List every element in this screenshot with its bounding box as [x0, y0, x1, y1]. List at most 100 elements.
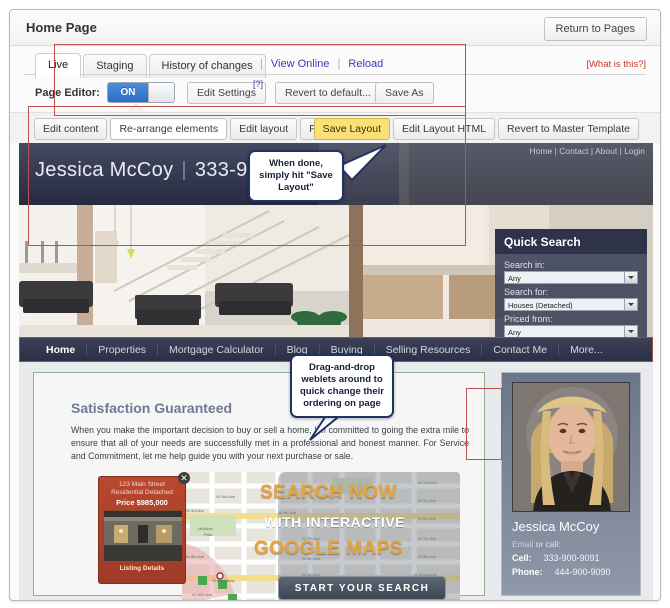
svg-text:W Broadway: W Broadway	[212, 578, 235, 583]
page-editor-row: Page Editor: ON Edit Settings [?] Revert…	[10, 79, 660, 112]
start-your-search-button[interactable]: START YOUR SEARCH	[278, 576, 446, 600]
agent-cell-value: 333-900-9091	[543, 553, 600, 563]
quick-search-select-search-in[interactable]: Any	[504, 271, 638, 284]
layout-toolbar-left-group: Edit content Re-arrange elements Edit la…	[34, 118, 358, 140]
toggle-notch-inner	[129, 105, 143, 112]
edit-layout-button[interactable]: Edit layout	[230, 118, 298, 140]
page-editor-toggle[interactable]: ON	[107, 82, 175, 103]
quick-search-label-search-for: Search for:	[504, 287, 549, 297]
chevron-down-icon[interactable]	[624, 326, 637, 337]
svg-text:W 8th Ave: W 8th Ave	[186, 554, 205, 559]
revert-to-master-template-button[interactable]: Revert to Master Template	[498, 118, 639, 140]
map-headline-1: SEARCH NOW	[260, 482, 397, 503]
chevron-down-icon[interactable]	[624, 299, 637, 310]
quick-search-panel: Quick Search Search in: Any Search for: …	[495, 229, 647, 337]
tab-strip: Live Staging History of changes | View O…	[10, 46, 660, 78]
svg-text:W 10th Ave: W 10th Ave	[192, 592, 213, 597]
agent-name: Jessica McCoy	[512, 519, 600, 534]
tab-underline-divider	[24, 74, 646, 75]
nav-item-contact-me[interactable]: Contact Me	[482, 344, 560, 356]
top-link-sep-1: |	[554, 146, 557, 156]
what-is-this-link[interactable]: [What is this?]	[586, 59, 646, 70]
page-title: Home Page	[26, 20, 97, 35]
agent-card: Jessica McCoy Email or call: Cell: 333-90…	[501, 372, 641, 596]
listing-type: Residential Detached	[111, 489, 173, 496]
quick-search-value-search-in: Any	[508, 274, 521, 283]
help-question-icon[interactable]: [?]	[253, 79, 263, 89]
content-paragraph: When you make the important decision to …	[71, 425, 469, 461]
return-to-pages-button[interactable]: Return to Pages	[543, 17, 647, 41]
callout-drag-drop: Drag-and-drop weblets around to quick ch…	[290, 354, 394, 418]
agent-cell-row: Cell: 333-900-9091	[512, 553, 630, 563]
edit-content-button[interactable]: Edit content	[34, 118, 108, 140]
map-headline-2: WITH INTERACTIVE	[264, 514, 405, 530]
svg-text:W 3rd Ave: W 3rd Ave	[186, 508, 205, 513]
page-editor-toggle-state: ON	[108, 83, 148, 102]
quick-search-label-search-in: Search in:	[504, 260, 545, 270]
edit-layout-html-button[interactable]: Edit Layout HTML	[393, 118, 496, 140]
top-link-sep-2: |	[590, 146, 594, 156]
top-link-sep-3: |	[619, 146, 622, 156]
content-heading: Satisfaction Guaranteed	[71, 400, 233, 416]
quick-search-value-priced-from: Any	[508, 328, 521, 337]
listing-address: 123 Main Street	[119, 481, 165, 488]
agent-email-line: Email or call:	[512, 539, 630, 549]
agent-phone-row: Phone: 444-900-9090	[512, 567, 630, 577]
agent-portrait-photo	[513, 383, 629, 511]
close-icon[interactable]: ✕	[178, 472, 190, 484]
agent-phone-label: Phone:	[512, 567, 543, 577]
screenshot-root: Home Page Return to Pages Live Staging H…	[0, 0, 670, 608]
layout-toolbar-right-group: Save Layout Edit Layout HTML Revert to M…	[313, 118, 642, 140]
svg-text:McBride: McBride	[198, 526, 213, 531]
listing-photo	[103, 510, 182, 562]
svg-text:W 2nd Ave: W 2nd Ave	[216, 494, 236, 499]
site-link-about[interactable]: About	[595, 146, 617, 156]
save-as-button[interactable]: Save As	[375, 82, 434, 104]
view-online-link[interactable]: View Online	[271, 58, 330, 70]
nav-item-more[interactable]: More...	[559, 344, 614, 356]
layout-toolbar: Edit content Re-arrange elements Edit la…	[10, 112, 660, 143]
callout-save-layout: When done, simply hit "Save Layout"	[248, 150, 344, 202]
site-link-contact[interactable]: Contact	[559, 146, 588, 156]
quick-search-value-search-for: Houses (Detached)	[508, 301, 573, 310]
tab-links-separator-right: |	[337, 58, 341, 70]
site-hero: Quick Search Search in: Any Search for: …	[19, 205, 653, 337]
quick-search-select-priced-from[interactable]: Any	[504, 325, 638, 337]
site-brand-name: Jessica McCoy	[35, 159, 174, 181]
re-arrange-elements-button[interactable]: Re-arrange elements	[110, 118, 228, 140]
agent-email-link[interactable]: Email	[512, 539, 533, 549]
admin-titlebar: Home Page Return to Pages	[10, 10, 660, 46]
avatar	[512, 382, 630, 512]
site-link-home[interactable]: Home	[530, 146, 553, 156]
google-maps-weblet[interactable]: W 2nd Ave W 2nd Ave W 2nd Ave W 3rd Ave W 3…	[182, 472, 460, 600]
quick-search-title: Quick Search	[495, 229, 647, 254]
quick-search-select-search-for[interactable]: Houses (Detached)	[504, 298, 638, 311]
listing-card[interactable]: ✕ 123 Main Street Residential Detached P…	[98, 472, 190, 584]
listing-details-link[interactable]: Listing Details	[103, 565, 181, 572]
quick-search-fields: Search in: Any Search for: Houses (Detac…	[495, 254, 647, 337]
revert-to-default-button[interactable]: Revert to default...	[275, 82, 381, 104]
quick-search-label-priced-from: Priced from:	[504, 314, 553, 324]
listing-house-photo	[104, 511, 182, 561]
admin-panel: Home Page Return to Pages Live Staging H…	[9, 9, 661, 601]
site-top-links: Home | Contact | About | Login	[530, 146, 645, 156]
site-brand-divider: |	[181, 159, 187, 181]
svg-text:Park: Park	[204, 532, 212, 537]
page-editor-toggle-knob	[148, 83, 174, 102]
listing-price: Price $985,000	[116, 498, 168, 507]
nav-item-home[interactable]: Home	[35, 344, 88, 356]
tab-live[interactable]: Live	[35, 53, 82, 78]
agent-email-suffix: or call:	[533, 539, 561, 549]
nav-item-mortgage-calculator[interactable]: Mortgage Calculator	[158, 344, 276, 356]
agent-phone-value: 444-900-9090	[554, 567, 611, 577]
map-headline-3: GOOGLE MAPS	[254, 538, 404, 559]
chevron-down-icon[interactable]	[624, 272, 637, 283]
reload-link[interactable]: Reload	[348, 58, 383, 70]
site-link-login[interactable]: Login	[624, 146, 645, 156]
tab-links: | View Online | Reload	[255, 58, 383, 70]
tab-links-separator-left: |	[260, 58, 263, 70]
page-editor-label: Page Editor:	[35, 87, 100, 99]
agent-cell-label: Cell:	[512, 553, 532, 563]
save-layout-button[interactable]: Save Layout	[313, 118, 390, 140]
nav-item-properties[interactable]: Properties	[87, 344, 159, 356]
